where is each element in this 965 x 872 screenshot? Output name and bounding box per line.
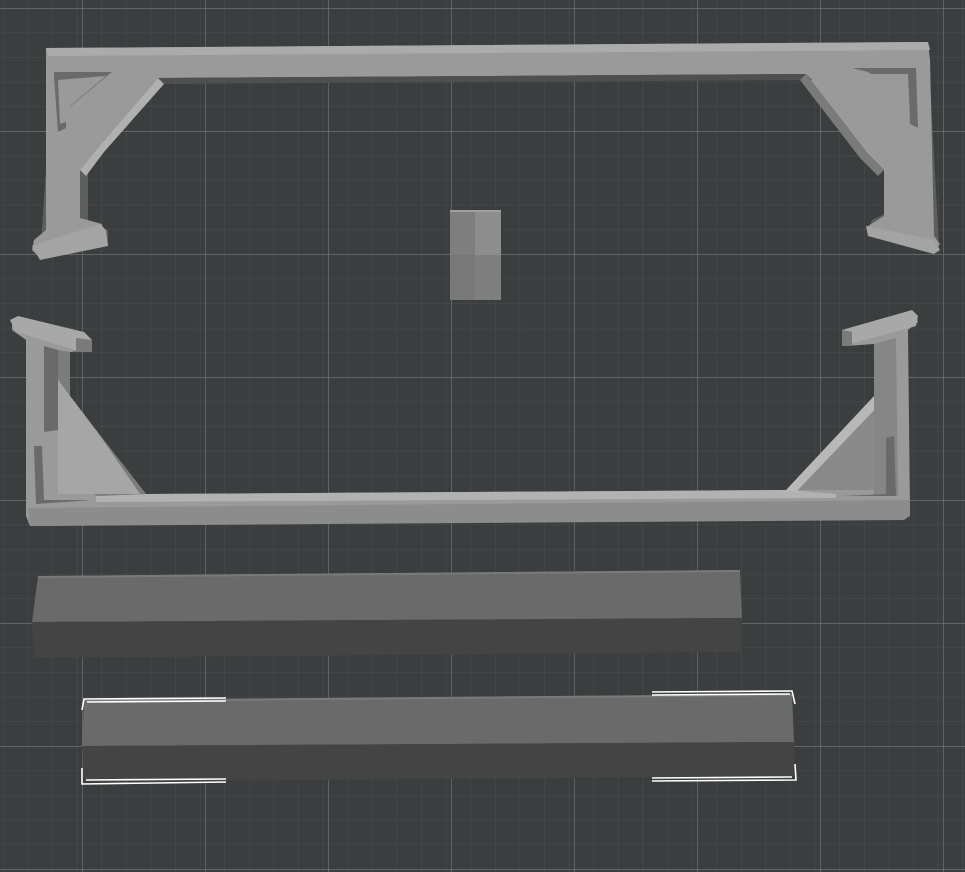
bottom-frame-left-tab-side (76, 338, 92, 352)
long-bar-upper[interactable] (32, 570, 742, 658)
long-bar-lower-front-face (82, 742, 794, 782)
small-block[interactable] (450, 210, 501, 300)
selection-corner-top-left-inner (86, 700, 227, 703)
build-plate-viewport[interactable] (0, 0, 965, 872)
long-bar-lower[interactable] (82, 694, 794, 782)
selection-corner-top-right-inner (651, 693, 791, 696)
small-block-top-edge (450, 210, 501, 212)
bottom-frame-right-tab-side (842, 330, 852, 346)
build-plate-scene[interactable] (0, 0, 965, 872)
small-block-bottom-face (450, 255, 501, 300)
selection-corner-bottom-right-inner (651, 776, 793, 779)
selection-corner-bottom-left-inner (85, 778, 227, 781)
long-bar-upper-front-face (32, 618, 742, 658)
bottom-frame-left-upright-inner (44, 346, 58, 432)
long-bar-upper-top-face (32, 570, 742, 622)
